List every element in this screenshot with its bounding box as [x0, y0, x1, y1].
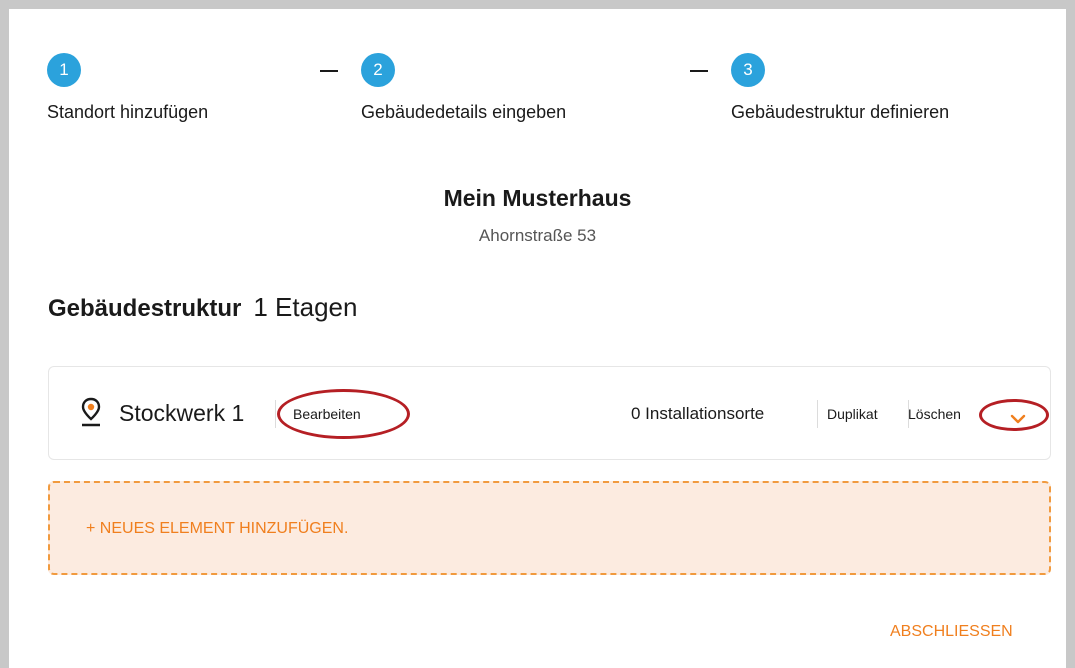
duplicate-button[interactable]: Duplikat [827, 406, 878, 422]
add-element-area[interactable]: + NEUES ELEMENT HINZUFÜGEN. [48, 481, 1051, 575]
divider [275, 400, 276, 428]
step-3-badge: 3 [731, 53, 765, 87]
floor-name: Stockwerk 1 [119, 400, 245, 426]
step-connector [320, 70, 338, 72]
step-1-badge: 1 [47, 53, 81, 87]
delete-button[interactable]: Löschen [908, 406, 961, 422]
step-3-label: Gebäudestruktur definieren [731, 102, 950, 122]
divider [817, 400, 818, 428]
add-element-button[interactable]: + NEUES ELEMENT HINZUFÜGEN. [86, 520, 348, 538]
structure-title: Gebäudestruktur [48, 295, 242, 322]
building-address: Ahornstraße 53 [478, 226, 597, 245]
floor-count: 1 Etagen [253, 292, 358, 322]
step-1-label: Standort hinzufügen [47, 102, 209, 122]
structure-heading: Gebäudestruktur 1 Etagen [48, 292, 357, 323]
floor-row[interactable]: Stockwerk 1 Bearbeiten 0 Installationsor… [48, 366, 1051, 460]
installation-count: 0 Installationsorte [631, 404, 765, 423]
location-pin-icon [81, 397, 101, 432]
step-2-label: Gebäudedetails eingeben [361, 102, 567, 122]
step-2-badge: 2 [361, 53, 395, 87]
building-name: Mein Musterhaus [443, 185, 632, 211]
highlight-annotation [979, 399, 1049, 431]
highlight-annotation [277, 389, 410, 439]
step-connector [690, 70, 708, 72]
finish-button[interactable]: ABSCHLIESSEN [890, 623, 1013, 641]
